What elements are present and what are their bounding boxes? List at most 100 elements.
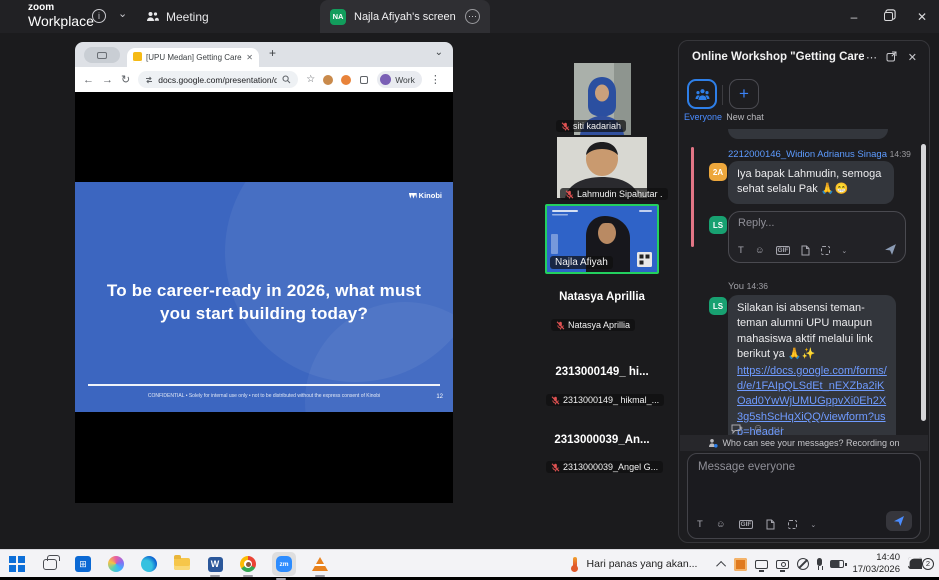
- restore-button[interactable]: [871, 0, 905, 33]
- copilot-icon: [108, 556, 124, 572]
- presentation-slide: Kinobi To be career-ready in 2026, what …: [75, 182, 453, 412]
- chat-close-icon[interactable]: ✕: [908, 51, 917, 64]
- task-view-icon: [43, 559, 57, 570]
- add-reaction-icon[interactable]: ☺: [753, 423, 763, 434]
- reply-input[interactable]: Reply... T ☺ GIF ⌄: [728, 211, 906, 263]
- profile-chip[interactable]: Work: [377, 71, 422, 88]
- notification-center-button[interactable]: 2: [908, 555, 934, 573]
- copilot-button[interactable]: [107, 555, 125, 573]
- chat-scrollbar[interactable]: [921, 144, 926, 421]
- forward-button[interactable]: →: [102, 74, 113, 86]
- bookmark-star-icon[interactable]: ☆: [306, 74, 315, 85]
- chevron-down-icon[interactable]: ⌄: [118, 7, 127, 20]
- more-actions-icon[interactable]: ⋯: [773, 423, 783, 434]
- tab-options-icon[interactable]: ⋯: [465, 9, 480, 24]
- tab-share-screen[interactable]: NA Najla Afiyah's screen ⋯: [320, 0, 490, 33]
- emoji-icon[interactable]: ☺: [755, 245, 765, 256]
- participant-name: 2313000039_An...: [522, 434, 682, 446]
- format-icon[interactable]: T: [738, 245, 744, 256]
- taskbar-apps: ⊞ W zm: [8, 550, 329, 578]
- quote-reply-icon[interactable]: [731, 424, 743, 434]
- muted-mic-icon: [551, 396, 560, 405]
- pop-out-icon[interactable]: [886, 51, 897, 65]
- notification-icon: [908, 557, 922, 569]
- close-button[interactable]: ✕: [905, 0, 939, 33]
- chevron-down-icon[interactable]: ⌄: [841, 247, 847, 255]
- screenshot-icon[interactable]: [788, 520, 797, 529]
- word-button[interactable]: W: [206, 555, 224, 573]
- slide-footer-text: CONFIDENTIAL • Solely for internal use o…: [75, 393, 453, 399]
- weather-widget[interactable]: Hari panas yang akan...: [569, 556, 698, 572]
- chrome-button[interactable]: [239, 555, 257, 573]
- clock[interactable]: 14:40 17/03/2026: [852, 552, 900, 576]
- reload-button[interactable]: ↻: [121, 73, 130, 86]
- microsoft-store-button[interactable]: ⊞: [74, 555, 92, 573]
- desktop: zoom Workplace i ⌄ Meeting NA Najla Afiy…: [0, 0, 939, 577]
- address-bar[interactable]: docs.google.com/presentation/d...: [138, 71, 298, 88]
- vlc-icon: [312, 557, 328, 571]
- store-icon: ⊞: [75, 556, 91, 572]
- tab-list-chevron-icon[interactable]: ⌄: [435, 47, 443, 58]
- gif-icon[interactable]: GIF: [739, 520, 754, 529]
- send-button[interactable]: [886, 511, 912, 531]
- tray-app-icon[interactable]: [734, 558, 747, 571]
- message-time: 14:36: [747, 281, 768, 291]
- time: 14:40: [852, 552, 900, 564]
- file-icon[interactable]: [766, 519, 775, 530]
- tab-close-icon[interactable]: ✕: [246, 53, 253, 62]
- extension-icon[interactable]: [341, 75, 351, 85]
- site-settings-icon[interactable]: [145, 76, 153, 84]
- task-view-button[interactable]: [41, 555, 59, 573]
- zoom-window: zoom Workplace i ⌄ Meeting NA Najla Afiy…: [0, 0, 939, 549]
- participant-label: Lahmudin Sipahutar .: [560, 188, 668, 200]
- minimize-button[interactable]: –: [837, 0, 871, 33]
- shared-screen: [UPU Medan] Getting Career... ✕ + ⌄ ← → …: [75, 42, 453, 503]
- message-meta: You 14:36: [728, 281, 768, 292]
- everyone-people-icon: [695, 88, 710, 101]
- file-explorer-button[interactable]: [173, 555, 191, 573]
- start-button[interactable]: [8, 555, 26, 573]
- microphone-icon[interactable]: [817, 558, 822, 566]
- slide-footer-rule: [88, 384, 440, 386]
- divider: [722, 85, 723, 105]
- video-tile-najla-active[interactable]: Najla Afiyah: [545, 204, 659, 274]
- new-chat-button[interactable]: +: [729, 79, 759, 109]
- cast-icon[interactable]: [776, 560, 789, 569]
- new-chat-label: New chat: [723, 112, 767, 122]
- do-not-disturb-icon[interactable]: [797, 558, 809, 570]
- tab-meeting[interactable]: Meeting: [146, 0, 209, 33]
- browser-tab[interactable]: [UPU Medan] Getting Career... ✕: [127, 48, 259, 67]
- zoom-titlebar: zoom Workplace i ⌄ Meeting NA Najla Afiy…: [0, 0, 939, 33]
- gif-icon[interactable]: GIF: [776, 246, 791, 255]
- slide-page-number: 12: [436, 394, 443, 400]
- battery-icon[interactable]: [830, 560, 844, 568]
- google-slides-icon: [133, 52, 142, 63]
- everyone-channel-button[interactable]: [687, 79, 717, 109]
- file-icon[interactable]: [801, 245, 810, 256]
- message-input[interactable]: Message everyone T ☺ GIF ⌄: [687, 453, 921, 539]
- screenshot-icon[interactable]: [821, 246, 830, 255]
- info-icon[interactable]: i: [92, 9, 106, 23]
- send-reply-icon[interactable]: [884, 243, 897, 256]
- chevron-down-icon[interactable]: ⌄: [810, 521, 816, 529]
- tab-search-button[interactable]: [84, 47, 120, 63]
- zoom-page-icon[interactable]: [282, 75, 291, 84]
- browser-toolbar: ← → ↻ docs.google.com/presentation/d... …: [75, 67, 453, 92]
- back-button[interactable]: ←: [83, 74, 94, 86]
- extensions-icon[interactable]: [359, 75, 369, 85]
- edge-button[interactable]: [140, 555, 158, 573]
- new-tab-button[interactable]: +: [269, 46, 276, 60]
- emoji-icon[interactable]: ☺: [716, 519, 726, 530]
- format-icon[interactable]: T: [697, 519, 703, 530]
- chat-more-icon[interactable]: ⋯: [866, 51, 877, 64]
- extension-icon[interactable]: [323, 75, 333, 85]
- browser-menu-icon[interactable]: ⋮: [430, 73, 441, 86]
- message-placeholder: Message everyone: [698, 461, 910, 473]
- vlc-button[interactable]: [311, 555, 329, 573]
- tray-expand-icon[interactable]: [717, 560, 727, 570]
- zoom-app-button[interactable]: zm: [272, 552, 296, 576]
- everyone-label: Everyone: [679, 112, 727, 122]
- slide-title: To be career-ready in 2026, what must yo…: [99, 280, 429, 326]
- display-icon[interactable]: [755, 560, 768, 569]
- windows-logo-icon: [9, 556, 25, 572]
